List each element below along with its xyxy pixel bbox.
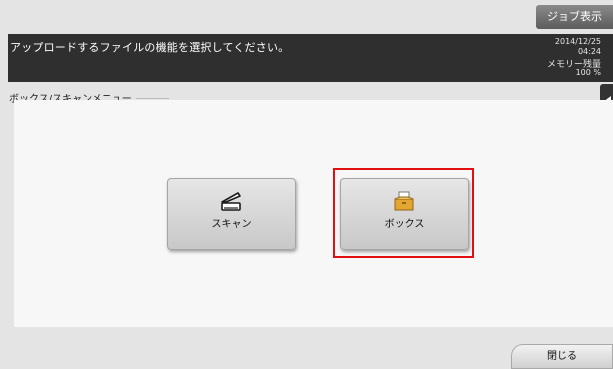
memory-value: 100 % (575, 68, 601, 77)
close-button[interactable]: 閉じる (511, 344, 613, 369)
job-display-button[interactable]: ジョブ表示 (536, 5, 613, 29)
selection-highlight (333, 168, 474, 258)
function-panel (14, 100, 613, 327)
date-display: 2014/12/25 (554, 37, 601, 46)
scan-button-label: スキャン (211, 219, 252, 230)
top-bar: ジョブ表示 (0, 0, 613, 33)
time-display: 04:24 (577, 47, 601, 56)
message-header: アップロードするファイルの機能を選択してください。 2014/12/25 04:… (8, 34, 613, 82)
instruction-message: アップロードするファイルの機能を選択してください。 (10, 41, 290, 54)
scanner-icon (221, 192, 241, 211)
scan-button[interactable]: スキャン (167, 178, 296, 250)
